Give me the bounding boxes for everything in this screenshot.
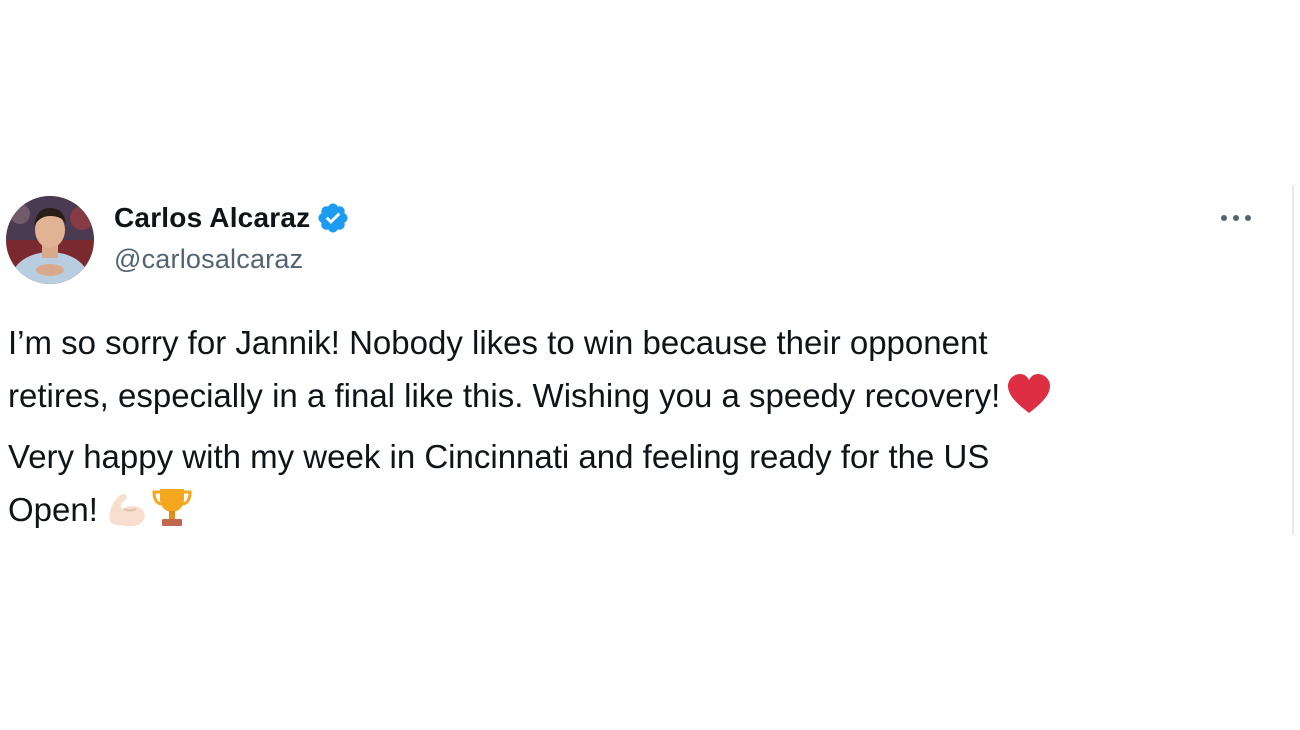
tweet-text-line: Very happy with my week in Cincinnati an… [8, 438, 990, 475]
red-heart-icon [1006, 373, 1052, 430]
display-name[interactable]: Carlos Alcaraz [114, 202, 310, 234]
flexed-biceps-icon [104, 485, 148, 544]
more-options-icon [1221, 215, 1251, 221]
author-handle[interactable]: @carlosalcaraz [114, 244, 303, 275]
verified-badge-icon [316, 201, 350, 235]
tweet-text-line: I’m so sorry for Jannik! Nobody likes to… [8, 324, 988, 361]
tweet-text: I’m so sorry for Jannik! Nobody likes to… [8, 316, 1238, 544]
card-right-border [1292, 185, 1294, 535]
avatar-photo-icon [6, 196, 94, 284]
avatar[interactable] [6, 196, 94, 284]
more-options-button[interactable] [1212, 204, 1260, 232]
tweet-text-segment: Open! [8, 491, 98, 528]
trophy-icon [150, 485, 194, 544]
tweet-text-line: retires, especially in a final like this… [8, 369, 1238, 430]
tweet-text-segment: retires, especially in a final like this… [8, 377, 1001, 414]
tweet-card[interactable]: Carlos Alcaraz @carlosalcaraz I’m so sor… [0, 190, 1295, 535]
author-name-row[interactable]: Carlos Alcaraz [114, 200, 350, 236]
tweet-text-line: Open! [8, 483, 1238, 544]
